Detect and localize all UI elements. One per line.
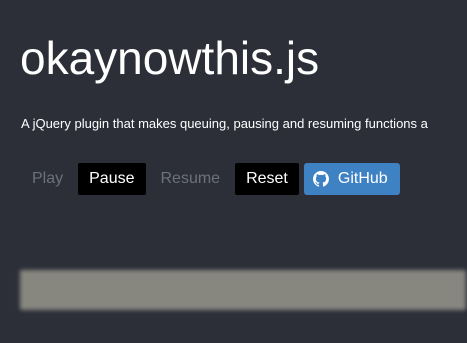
github-label: GitHub xyxy=(337,170,388,187)
output-box xyxy=(20,270,466,310)
github-icon xyxy=(312,171,329,187)
play-button[interactable]: Play xyxy=(21,163,74,195)
control-bar: Play Pause Resume Reset GitHub xyxy=(21,163,400,195)
github-button[interactable]: GitHub xyxy=(303,163,400,195)
pause-button[interactable]: Pause xyxy=(78,163,146,195)
page-description: A jQuery plugin that makes queuing, paus… xyxy=(21,116,428,131)
page-title: okaynowthis.js xyxy=(20,32,320,84)
reset-button[interactable]: Reset xyxy=(235,163,299,195)
resume-button[interactable]: Resume xyxy=(150,163,232,195)
